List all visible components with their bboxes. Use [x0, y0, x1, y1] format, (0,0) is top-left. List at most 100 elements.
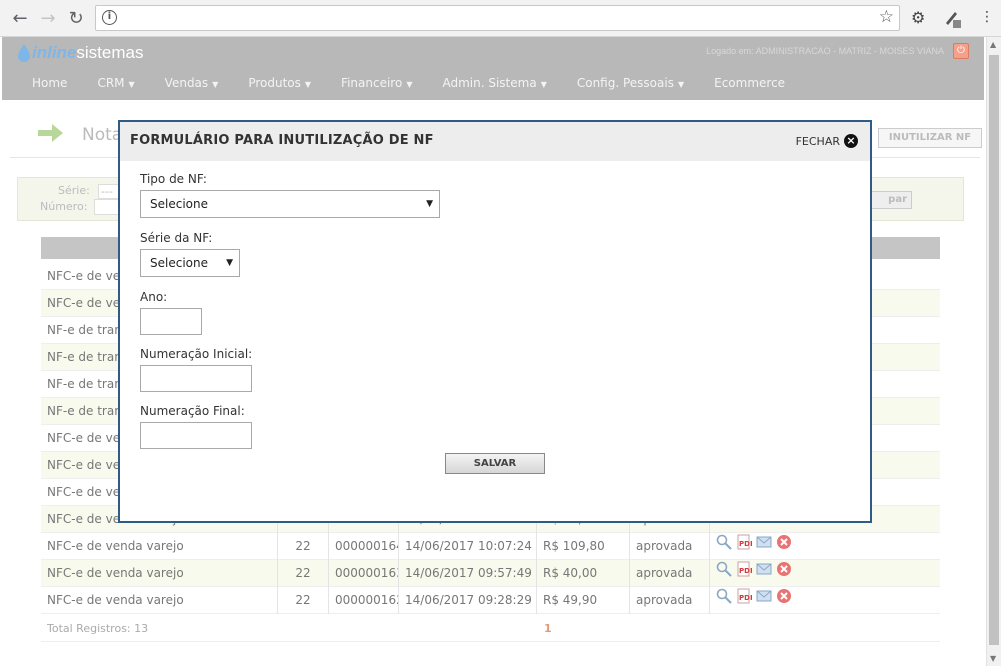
serie-nf-label: Série da NF: — [140, 231, 213, 245]
svg-text:PDF: PDF — [739, 540, 752, 548]
forward-arrow-icon[interactable]: → — [35, 6, 61, 30]
menu-vendas[interactable]: Vendas ▼ — [165, 76, 219, 90]
table-row[interactable]: NFC-e de venda varejo 22 000000162 14/06/20… — [41, 587, 940, 614]
inutilizar-nf-button[interactable]: INUTILIZAR NF — [878, 128, 982, 148]
tipo-nf-value: Selecione — [150, 197, 208, 211]
info-icon[interactable]: i — [102, 10, 117, 25]
ano-label: Ano: — [140, 290, 168, 304]
caret-down-icon: ▼ — [212, 80, 219, 89]
ano-input[interactable] — [140, 308, 202, 335]
cell-serie: 22 — [278, 587, 329, 614]
main-menu: Home CRM ▼ Vendas ▼ Produtos ▼ Financeiro ▼ … — [32, 76, 815, 90]
menu-financeiro[interactable]: Financeiro ▼ — [341, 76, 412, 90]
row-actions: PDF — [710, 533, 940, 560]
cell-tipo: NFC-e de venda varejo — [41, 587, 278, 614]
envelope-icon[interactable] — [756, 533, 772, 560]
search-icon[interactable] — [716, 560, 732, 587]
envelope-icon[interactable] — [756, 587, 772, 614]
logo[interactable]: inline sistemas — [18, 43, 143, 63]
caret-down-icon: ▼ — [128, 80, 135, 89]
cancel-icon[interactable] — [776, 587, 792, 614]
total-registros: Total Registros: 13 — [47, 622, 149, 635]
menu-config-pessoais[interactable]: Config. Pessoais ▼ — [577, 76, 684, 90]
caret-down-icon: ▼ — [540, 80, 547, 89]
modal-title: FORMULÁRIO PARA INUTILIZAÇÃO DE NF — [130, 133, 434, 148]
scroll-down-icon[interactable]: ▼ — [990, 654, 996, 663]
pdf-icon[interactable]: PDF — [736, 533, 755, 560]
search-icon[interactable] — [716, 533, 732, 560]
caret-down-icon: ▼ — [304, 80, 312, 89]
scroll-thumb[interactable] — [989, 55, 999, 645]
serie-filter-label: Série: — [58, 184, 90, 197]
cell-status: aprovada — [630, 533, 710, 560]
arrow-right-icon — [38, 124, 63, 142]
cell-valor: R$ 40,00 — [537, 560, 630, 587]
reload-icon[interactable]: ↻ — [63, 6, 89, 30]
cell-numero: 000000164 — [329, 533, 399, 560]
modal-header: FORMULÁRIO PARA INUTILIZAÇÃO DE NF FECHA… — [120, 122, 870, 161]
cell-status: aprovada — [630, 560, 710, 587]
browser-toolbar: ← → ↻ i ☆ ⚙ ⋮ — [0, 0, 1001, 37]
cancel-icon[interactable] — [776, 560, 792, 587]
envelope-icon[interactable] — [756, 560, 772, 587]
pencil-extension-icon[interactable] — [943, 8, 961, 32]
caret-down-icon: ▼ — [406, 80, 413, 89]
numeracao-inicial-input[interactable] — [140, 365, 252, 392]
back-arrow-icon[interactable]: ← — [7, 6, 33, 30]
pdf-icon[interactable]: PDF — [736, 560, 755, 587]
logo-text-sistemas: sistemas — [76, 43, 144, 62]
svg-text:PDF: PDF — [739, 567, 752, 575]
close-button[interactable]: FECHAR × — [796, 134, 858, 148]
row-actions: PDF — [710, 560, 940, 587]
numeracao-inicial-label: Numeração Inicial: — [140, 347, 253, 361]
table-row[interactable]: NFC-e de venda varejo 22 000000163 14/06/20… — [41, 560, 940, 587]
caret-down-icon: ▼ — [677, 80, 685, 89]
vertical-dots-icon[interactable]: ⋮ — [980, 9, 994, 25]
star-icon[interactable]: ☆ — [879, 7, 894, 27]
page-scrollbar[interactable]: ▲ ▼ — [986, 37, 1001, 666]
url-input[interactable] — [124, 9, 864, 27]
limpar-button[interactable]: par — [866, 191, 912, 209]
menu-ecommerce[interactable]: Ecommerce — [714, 76, 785, 90]
cell-serie: 22 — [278, 533, 329, 560]
cell-numero: 000000162 — [329, 587, 399, 614]
dropdown-arrow-icon: ▼ — [426, 199, 433, 209]
gear-icon[interactable]: ⚙ — [911, 8, 925, 27]
scroll-up-icon[interactable]: ▲ — [990, 40, 996, 49]
address-bar[interactable]: i ☆ — [95, 5, 900, 31]
tipo-nf-label: Tipo de NF: — [140, 172, 207, 186]
close-icon[interactable]: × — [844, 134, 858, 148]
cell-data: 14/06/2017 10:07:24 — [399, 533, 537, 560]
logo-text-inline: inline — [32, 43, 77, 62]
logged-in-text: Logado em: ADMINISTRACAO - MATRIZ - MOIS… — [706, 46, 944, 56]
dropdown-arrow-icon: ▼ — [226, 258, 233, 268]
cancel-icon[interactable] — [776, 533, 792, 560]
cell-valor: R$ 109,80 — [537, 533, 630, 560]
menu-home[interactable]: Home — [32, 76, 67, 90]
app-header: inline sistemas Logado em: ADMINISTRACAO… — [2, 37, 984, 100]
cell-serie: 22 — [278, 560, 329, 587]
page-number-link[interactable]: 1 — [544, 622, 552, 635]
grid-footer: Total Registros: 13 1 — [41, 615, 940, 642]
numeracao-final-label: Numeração Final: — [140, 404, 245, 418]
save-button[interactable]: SALVAR — [445, 453, 545, 474]
menu-crm[interactable]: CRM ▼ — [97, 76, 134, 90]
cell-data: 14/06/2017 09:57:49 — [399, 560, 537, 587]
pdf-icon[interactable]: PDF — [736, 587, 755, 614]
table-row[interactable]: NFC-e de venda varejo 22 000000164 14/06/20… — [41, 533, 940, 560]
power-icon[interactable]: ⏻ — [953, 43, 969, 59]
cell-data: 14/06/2017 09:28:29 — [399, 587, 537, 614]
row-actions: PDF — [710, 587, 940, 614]
menu-admin-sistema[interactable]: Admin. Sistema ▼ — [442, 76, 546, 90]
menu-produtos[interactable]: Produtos ▼ — [248, 76, 311, 90]
svg-text:PDF: PDF — [739, 594, 752, 602]
cell-valor: R$ 49,90 — [537, 587, 630, 614]
search-icon[interactable] — [716, 587, 732, 614]
tipo-nf-select[interactable]: Selecione ▼ — [140, 190, 440, 218]
page-title: Nota — [82, 125, 123, 145]
cell-status: aprovada — [630, 587, 710, 614]
numeracao-final-input[interactable] — [140, 422, 252, 449]
numero-filter-label: Número: — [40, 200, 88, 213]
inutilizacao-modal: FORMULÁRIO PARA INUTILIZAÇÃO DE NF FECHA… — [118, 120, 872, 523]
serie-nf-select[interactable]: Selecione ▼ — [140, 249, 240, 277]
